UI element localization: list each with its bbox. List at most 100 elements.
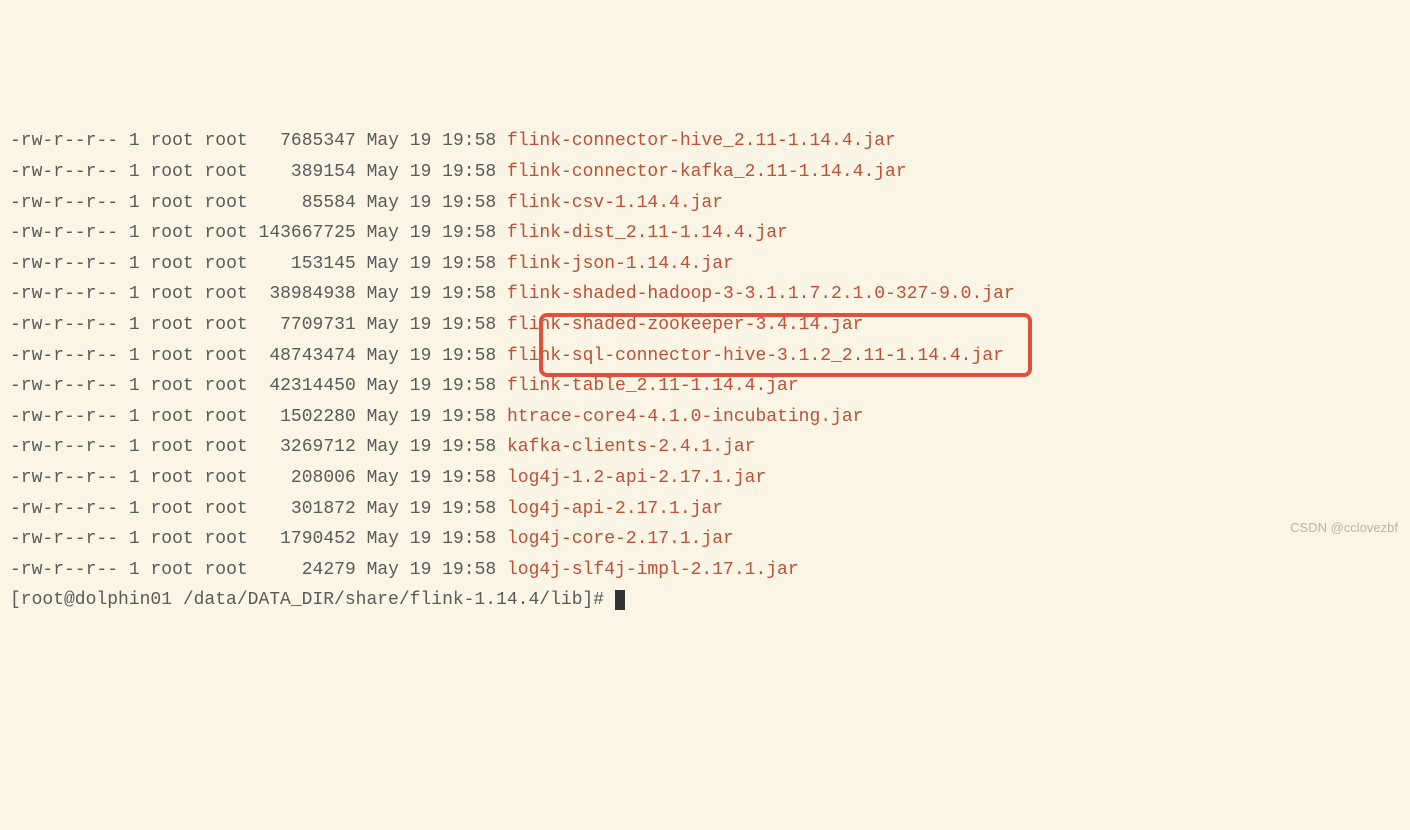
file-size: 48743474 [259, 346, 356, 366]
permissions: -rw-r--r-- [10, 529, 118, 549]
permissions: -rw-r--r-- [10, 315, 118, 335]
filename: flink-connector-hive_2.11-1.14.4.jar [507, 131, 896, 151]
permissions: -rw-r--r-- [10, 193, 118, 213]
filename: flink-dist_2.11-1.14.4.jar [507, 223, 788, 243]
file-size: 208006 [259, 468, 356, 488]
filename: flink-json-1.14.4.jar [507, 254, 734, 274]
filename: flink-shaded-hadoop-3-3.1.1.7.2.1.0-327-… [507, 284, 1015, 304]
filename: log4j-1.2-api-2.17.1.jar [507, 468, 766, 488]
file-size: 3269712 [259, 437, 356, 457]
permissions: -rw-r--r-- [10, 499, 118, 519]
link-count: 1 [129, 284, 140, 304]
date-modified: May 19 19:58 [367, 407, 497, 427]
filename: htrace-core4-4.1.0-incubating.jar [507, 407, 863, 427]
link-count: 1 [129, 376, 140, 396]
owner: root [150, 346, 193, 366]
date-modified: May 19 19:58 [367, 254, 497, 274]
owner: root [150, 437, 193, 457]
permissions: -rw-r--r-- [10, 223, 118, 243]
link-count: 1 [129, 223, 140, 243]
owner: root [150, 499, 193, 519]
filename: flink-sql-connector-hive-3.1.2_2.11-1.14… [507, 346, 1004, 366]
group: root [205, 376, 248, 396]
link-count: 1 [129, 193, 140, 213]
permissions: -rw-r--r-- [10, 468, 118, 488]
file-entry: -rw-r--r-- 1 root root 42314450 May 19 1… [10, 371, 1400, 402]
group: root [205, 193, 248, 213]
group: root [205, 468, 248, 488]
file-entry: -rw-r--r-- 1 root root 301872 May 19 19:… [10, 494, 1400, 525]
date-modified: May 19 19:58 [367, 162, 497, 182]
group: root [205, 162, 248, 182]
permissions: -rw-r--r-- [10, 407, 118, 427]
owner: root [150, 131, 193, 151]
file-entry: -rw-r--r-- 1 root root 7709731 May 19 19… [10, 310, 1400, 341]
owner: root [150, 560, 193, 580]
permissions: -rw-r--r-- [10, 284, 118, 304]
group: root [205, 284, 248, 304]
date-modified: May 19 19:58 [367, 437, 497, 457]
owner: root [150, 254, 193, 274]
owner: root [150, 468, 193, 488]
file-size: 301872 [259, 499, 356, 519]
owner: root [150, 315, 193, 335]
file-entry: -rw-r--r-- 1 root root 3269712 May 19 19… [10, 432, 1400, 463]
group: root [205, 499, 248, 519]
permissions: -rw-r--r-- [10, 162, 118, 182]
group: root [205, 223, 248, 243]
filename: log4j-api-2.17.1.jar [507, 499, 723, 519]
link-count: 1 [129, 407, 140, 427]
filename: flink-csv-1.14.4.jar [507, 193, 723, 213]
permissions: -rw-r--r-- [10, 346, 118, 366]
owner: root [150, 193, 193, 213]
file-entry: -rw-r--r-- 1 root root 153145 May 19 19:… [10, 249, 1400, 280]
owner: root [150, 162, 193, 182]
date-modified: May 19 19:58 [367, 131, 497, 151]
file-size: 1790452 [259, 529, 356, 549]
date-modified: May 19 19:58 [367, 223, 497, 243]
owner: root [150, 407, 193, 427]
date-modified: May 19 19:58 [367, 193, 497, 213]
link-count: 1 [129, 560, 140, 580]
file-entry: -rw-r--r-- 1 root root 143667725 May 19 … [10, 218, 1400, 249]
filename: flink-table_2.11-1.14.4.jar [507, 376, 799, 396]
group: root [205, 529, 248, 549]
permissions: -rw-r--r-- [10, 437, 118, 457]
file-entry: -rw-r--r-- 1 root root 24279 May 19 19:5… [10, 555, 1400, 586]
group: root [205, 346, 248, 366]
file-size: 143667725 [259, 223, 356, 243]
group: root [205, 315, 248, 335]
permissions: -rw-r--r-- [10, 131, 118, 151]
filename: kafka-clients-2.4.1.jar [507, 437, 755, 457]
file-entry: -rw-r--r-- 1 root root 1502280 May 19 19… [10, 402, 1400, 433]
filename: log4j-slf4j-impl-2.17.1.jar [507, 560, 799, 580]
date-modified: May 19 19:58 [367, 560, 497, 580]
file-size: 42314450 [259, 376, 356, 396]
shell-prompt-line[interactable]: [root@dolphin01 /data/DATA_DIR/share/fli… [10, 585, 1400, 616]
link-count: 1 [129, 468, 140, 488]
file-listing: -rw-r--r-- 1 root root 7685347 May 19 19… [10, 126, 1400, 616]
file-size: 7685347 [259, 131, 356, 151]
file-entry: -rw-r--r-- 1 root root 38984938 May 19 1… [10, 279, 1400, 310]
file-size: 1502280 [259, 407, 356, 427]
file-size: 24279 [259, 560, 356, 580]
cursor-icon [615, 590, 625, 610]
date-modified: May 19 19:58 [367, 499, 497, 519]
link-count: 1 [129, 437, 140, 457]
group: root [205, 560, 248, 580]
permissions: -rw-r--r-- [10, 254, 118, 274]
file-size: 7709731 [259, 315, 356, 335]
file-entry: -rw-r--r-- 1 root root 389154 May 19 19:… [10, 157, 1400, 188]
link-count: 1 [129, 346, 140, 366]
file-entry: -rw-r--r-- 1 root root 48743474 May 19 1… [10, 341, 1400, 372]
owner: root [150, 376, 193, 396]
file-size: 153145 [259, 254, 356, 274]
file-size: 38984938 [259, 284, 356, 304]
date-modified: May 19 19:58 [367, 315, 497, 335]
file-entry: -rw-r--r-- 1 root root 208006 May 19 19:… [10, 463, 1400, 494]
permissions: -rw-r--r-- [10, 560, 118, 580]
file-entry: -rw-r--r-- 1 root root 1790452 May 19 19… [10, 524, 1400, 555]
permissions: -rw-r--r-- [10, 376, 118, 396]
file-size: 85584 [259, 193, 356, 213]
filename: flink-shaded-zookeeper-3.4.14.jar [507, 315, 863, 335]
